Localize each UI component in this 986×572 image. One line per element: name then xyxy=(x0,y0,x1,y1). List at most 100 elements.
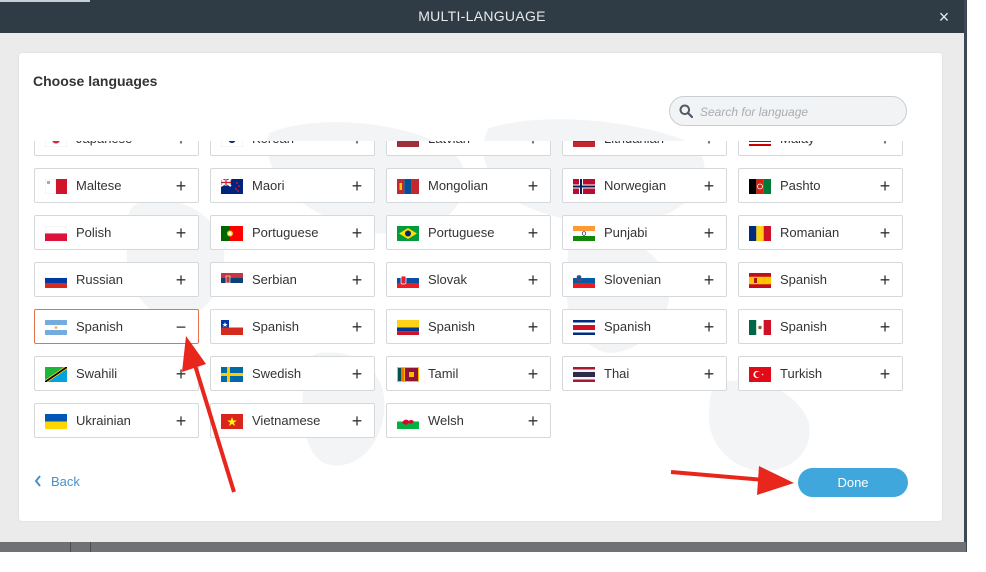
add-language-button[interactable]: + xyxy=(701,222,717,244)
language-option[interactable]: Russian + xyxy=(34,262,199,297)
modal-header: MULTI-LANGUAGE × xyxy=(0,0,964,33)
add-language-button[interactable]: + xyxy=(349,410,365,432)
add-language-button[interactable]: + xyxy=(877,363,893,385)
add-language-button[interactable]: + xyxy=(877,269,893,291)
flag-new-zealand-icon xyxy=(221,179,243,194)
language-label: Japanese xyxy=(76,141,132,146)
flag-portugal-icon xyxy=(221,226,243,241)
language-panel: Choose languages Japanese + Korean + Latvian… xyxy=(19,53,942,521)
panel-title: Choose languages xyxy=(33,73,158,89)
underlying-page-divider xyxy=(70,542,91,552)
add-language-button[interactable]: + xyxy=(877,175,893,197)
language-option[interactable]: Punjabi + xyxy=(562,215,727,250)
add-language-button[interactable]: + xyxy=(349,316,365,338)
language-label: Norwegian xyxy=(604,178,667,193)
done-button[interactable]: Done xyxy=(798,468,908,497)
add-language-button[interactable]: + xyxy=(701,141,717,150)
remove-language-button[interactable]: − xyxy=(173,316,189,338)
add-language-button[interactable]: + xyxy=(349,222,365,244)
flag-turkey-icon xyxy=(749,367,771,382)
language-option[interactable]: Portuguese + xyxy=(386,215,551,250)
add-language-button[interactable]: + xyxy=(173,222,189,244)
add-language-button[interactable]: + xyxy=(173,175,189,197)
language-option[interactable]: Maori + xyxy=(210,168,375,203)
language-option[interactable]: Spanish + xyxy=(386,309,551,344)
flag-spain-icon xyxy=(749,273,771,288)
add-language-button[interactable]: + xyxy=(349,269,365,291)
search-input[interactable] xyxy=(698,101,902,123)
language-label: Turkish xyxy=(780,366,823,381)
add-language-button[interactable]: + xyxy=(349,363,365,385)
language-option[interactable]: Turkish + xyxy=(738,356,903,391)
language-option[interactable]: Polish + xyxy=(34,215,199,250)
language-option[interactable]: Ukrainian + xyxy=(34,403,199,438)
add-language-button[interactable]: + xyxy=(173,269,189,291)
flag-russia-icon xyxy=(45,273,67,288)
language-label: Korean xyxy=(252,141,294,146)
language-option[interactable]: Swedish + xyxy=(210,356,375,391)
language-option[interactable]: Norwegian + xyxy=(562,168,727,203)
language-option[interactable]: Spanish + xyxy=(738,262,903,297)
language-label: Serbian xyxy=(252,272,297,287)
language-option[interactable]: Vietnamese + xyxy=(210,403,375,438)
language-grid: Japanese + Korean + Latvian + Lithuanian + Malay… xyxy=(19,141,942,451)
flag-romania-icon xyxy=(749,226,771,241)
add-language-button[interactable]: + xyxy=(349,141,365,150)
add-language-button[interactable]: + xyxy=(701,316,717,338)
language-option[interactable]: Pashto + xyxy=(738,168,903,203)
language-option[interactable]: Japanese + xyxy=(34,141,199,156)
language-option[interactable]: Serbian + xyxy=(210,262,375,297)
language-option[interactable]: Mongolian + xyxy=(386,168,551,203)
language-option[interactable]: Spanish − xyxy=(34,309,199,344)
flag-sri-lanka-icon xyxy=(397,367,419,382)
language-label: Spanish xyxy=(428,319,475,334)
language-option[interactable]: Latvian + xyxy=(386,141,551,156)
language-option[interactable]: Slovak + xyxy=(386,262,551,297)
search-icon xyxy=(679,104,693,118)
search-box[interactable] xyxy=(669,96,907,126)
language-option[interactable]: Portuguese + xyxy=(210,215,375,250)
language-option[interactable]: Maltese + xyxy=(34,168,199,203)
add-language-button[interactable]: + xyxy=(877,222,893,244)
add-language-button[interactable]: + xyxy=(525,269,541,291)
add-language-button[interactable]: + xyxy=(173,141,189,150)
language-option[interactable]: Spanish + xyxy=(562,309,727,344)
language-option[interactable]: Thai + xyxy=(562,356,727,391)
flag-wales-icon xyxy=(397,414,419,429)
language-option[interactable]: Tamil + xyxy=(386,356,551,391)
language-option[interactable]: Malay + xyxy=(738,141,903,156)
add-language-button[interactable]: + xyxy=(525,222,541,244)
flag-latvia-icon xyxy=(397,141,419,147)
add-language-button[interactable]: + xyxy=(525,363,541,385)
flag-mexico-icon xyxy=(749,320,771,335)
language-option[interactable]: Spanish + xyxy=(738,309,903,344)
add-language-button[interactable]: + xyxy=(525,141,541,150)
close-button[interactable]: × xyxy=(934,8,954,26)
add-language-button[interactable]: + xyxy=(701,175,717,197)
add-language-button[interactable]: + xyxy=(525,175,541,197)
add-language-button[interactable]: + xyxy=(173,363,189,385)
add-language-button[interactable]: + xyxy=(877,141,893,150)
backdrop-edge xyxy=(964,0,967,552)
add-language-button[interactable]: + xyxy=(701,363,717,385)
language-label: Maori xyxy=(252,178,285,193)
flag-argentina-icon xyxy=(45,320,67,335)
language-option[interactable]: Swahili + xyxy=(34,356,199,391)
language-label: Vietnamese xyxy=(252,413,321,428)
language-option[interactable]: Romanian + xyxy=(738,215,903,250)
flag-thailand-icon xyxy=(573,367,595,382)
add-language-button[interactable]: + xyxy=(525,410,541,432)
add-language-button[interactable]: + xyxy=(877,316,893,338)
language-option[interactable]: Slovenian + xyxy=(562,262,727,297)
add-language-button[interactable]: + xyxy=(349,175,365,197)
language-option[interactable]: Spanish + xyxy=(210,309,375,344)
language-option[interactable]: Korean + xyxy=(210,141,375,156)
add-language-button[interactable]: + xyxy=(701,269,717,291)
language-label: Portuguese xyxy=(428,225,495,240)
flag-korea-icon xyxy=(221,141,243,147)
language-option[interactable]: Lithuanian + xyxy=(562,141,727,156)
language-option[interactable]: Welsh + xyxy=(386,403,551,438)
add-language-button[interactable]: + xyxy=(173,410,189,432)
language-label: Slovak xyxy=(428,272,468,287)
add-language-button[interactable]: + xyxy=(525,316,541,338)
